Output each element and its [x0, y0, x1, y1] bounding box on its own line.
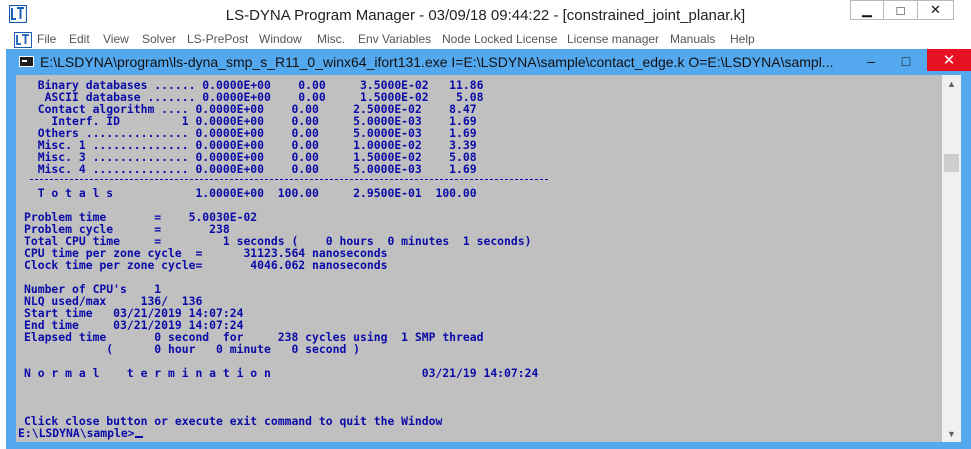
console-bottom-border	[6, 442, 971, 449]
menu-bar: File Edit View Solver LS-PrePost Window …	[0, 31, 971, 49]
maximize-button[interactable]: □	[884, 0, 918, 20]
menu-window[interactable]: Window	[259, 32, 302, 46]
menu-manuals[interactable]: Manuals	[670, 32, 715, 46]
window-title: LS-DYNA Program Manager - 03/09/18 09:44…	[225, 7, 746, 24]
console-output-text: Binary databases ...... 0.0000E+00 0.00 …	[24, 78, 539, 428]
scrollbar-thumb[interactable]	[944, 154, 959, 172]
console-output-area[interactable]: Binary databases ...... 0.0000E+00 0.00 …	[16, 75, 942, 442]
menu-ls-prepost[interactable]: LS-PrePost	[187, 32, 248, 46]
app-titlebar: LS-DYNA Program Manager - 03/09/18 09:44…	[0, 0, 971, 31]
scroll-up-button[interactable]: ▲	[942, 75, 961, 92]
console-window: E:\LSDYNA\program\ls-dyna_smp_s_R11_0_wi…	[6, 49, 971, 449]
maximize-icon: □	[896, 2, 905, 18]
minimize-icon: ▁	[862, 2, 872, 17]
menu-file[interactable]: File	[37, 32, 56, 46]
menu-misc[interactable]: Misc.	[317, 32, 345, 46]
close-icon: ✕	[930, 2, 941, 17]
minimize-icon: –	[867, 53, 875, 69]
menu-edit[interactable]: Edit	[69, 32, 90, 46]
scroll-down-button[interactable]: ▼	[942, 425, 961, 442]
console-title: E:\LSDYNA\program\ls-dyna_smp_s_R11_0_wi…	[40, 54, 834, 70]
menu-license-manager[interactable]: License manager	[567, 32, 659, 46]
console-close-button[interactable]: ✕	[927, 49, 971, 71]
arrow-up-icon: ▲	[947, 78, 956, 89]
console-maximize-button[interactable]: □	[892, 52, 920, 70]
text-cursor	[134, 436, 143, 438]
close-button[interactable]: ✕	[918, 0, 954, 20]
close-icon: ✕	[942, 52, 956, 69]
console-titlebar: E:\LSDYNA\program\ls-dyna_smp_s_R11_0_wi…	[6, 49, 971, 75]
maximize-icon: □	[901, 53, 911, 69]
system-menu-icon[interactable]	[14, 32, 32, 48]
menu-view[interactable]: View	[103, 32, 129, 46]
arrow-down-icon: ▼	[947, 428, 956, 439]
menu-help[interactable]: Help	[730, 32, 755, 46]
command-prompt-line[interactable]: E:\LSDYNA\sample>	[18, 427, 143, 439]
menu-env-variables[interactable]: Env Variables	[358, 32, 431, 46]
menu-solver[interactable]: Solver	[142, 32, 176, 46]
console-minimize-button[interactable]: –	[857, 52, 885, 70]
separator-line	[30, 179, 548, 180]
console-icon	[19, 56, 34, 67]
minimize-button[interactable]: ▁	[850, 0, 884, 20]
vertical-scrollbar[interactable]: ▲ ▼	[942, 75, 961, 442]
command-prompt: E:\LSDYNA\sample>	[18, 426, 135, 440]
menu-node-locked-license[interactable]: Node Locked License	[442, 32, 557, 46]
